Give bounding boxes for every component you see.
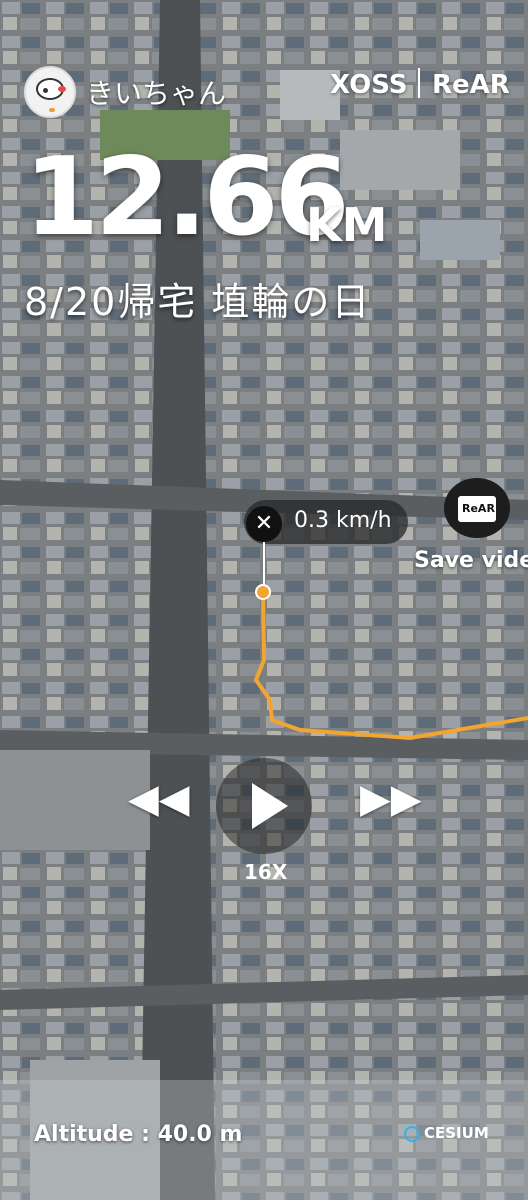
- fast-forward-icon[interactable]: ▶▶: [360, 776, 422, 822]
- altitude-readout: Altitude : 40.0 m: [34, 1122, 243, 1147]
- cesium-text: CESIUM: [424, 1124, 489, 1142]
- rewind-icon[interactable]: ◀◀: [128, 776, 190, 822]
- ride-distance: 12.66: [24, 135, 350, 260]
- bird-icon: [36, 78, 66, 112]
- film-icon: ReAR: [458, 496, 496, 522]
- rear-logo: ReAR: [432, 70, 510, 100]
- distance-unit: KM: [306, 198, 388, 252]
- xoss-logo: XOSS: [330, 70, 408, 100]
- play-button[interactable]: [216, 758, 312, 854]
- top-overlay: きいちゃん XOSS ReAR: [0, 0, 528, 140]
- user-avatar[interactable]: [24, 66, 76, 118]
- username: きいちゃん: [86, 77, 227, 110]
- playback-multiplier[interactable]: 16X: [244, 860, 287, 884]
- current-speed: 0.3 km/h: [294, 508, 392, 533]
- play-icon: [252, 783, 288, 829]
- save-video-label[interactable]: Save video: [414, 548, 528, 573]
- position-marker: [255, 584, 271, 600]
- brand-divider: [418, 68, 420, 98]
- cesium-credit: CESIUM: [404, 1124, 489, 1142]
- cesium-logo-icon: [404, 1125, 420, 1142]
- save-video-button[interactable]: ReAR: [444, 478, 510, 538]
- ride-title: 8/20帰宅 埴輪の日: [24, 280, 372, 324]
- save-icon-text: ReAR: [462, 502, 495, 515]
- close-icon[interactable]: ✕: [246, 506, 282, 542]
